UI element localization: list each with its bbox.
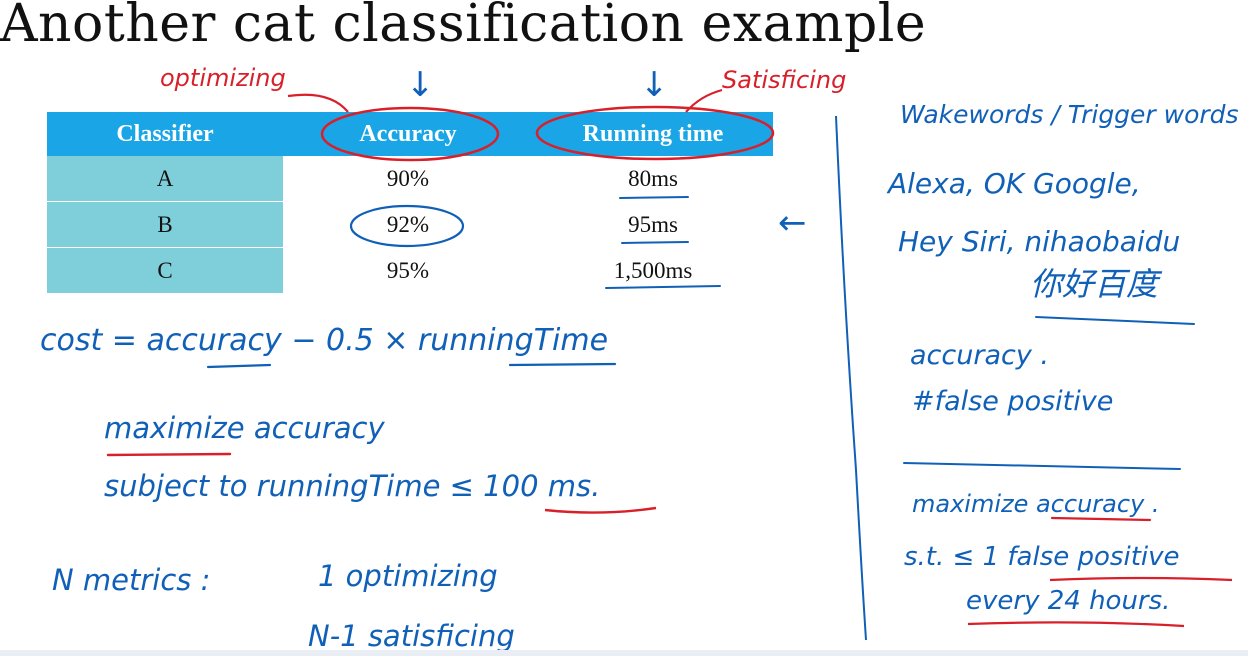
- wakeword-examples-chinese: 你好百度: [1030, 265, 1159, 303]
- accuracy-circle: [320, 106, 500, 162]
- maximize-accuracy: maximize accuracy: [104, 411, 385, 445]
- one-optimizing: 1 optimizing: [318, 559, 498, 593]
- optimizing-label: optimizing: [160, 64, 286, 92]
- cost-formula: cost = accuracy − 0.5 × runningTime: [40, 323, 609, 358]
- row-b-arrow: ←: [778, 203, 807, 243]
- down-arrow-running-time: ↓: [640, 65, 669, 105]
- n-minus-1-satisficing: N-1 satisficing: [308, 619, 515, 653]
- bottom-bar: [0, 650, 1248, 656]
- running-time-circle: [535, 105, 775, 161]
- subject-to-constraint: subject to runningTime ≤ 100 ms.: [104, 469, 601, 503]
- side-every-24-hours: every 24 hours.: [966, 586, 1171, 616]
- underline-accuracy: [206, 363, 272, 369]
- best-accuracy-circle: [349, 204, 465, 248]
- underline-maximize: [106, 452, 232, 457]
- wakewords-heading: Wakewords / Trigger words: [900, 100, 1239, 129]
- underline-side-accuracy: [1050, 516, 1152, 522]
- vertical-divider: [835, 115, 867, 641]
- underline-every-24-hours: [967, 621, 1185, 628]
- side-false-positive: #false positive: [912, 386, 1114, 417]
- wakeword-examples-2: Hey Siri, nihaobaidu: [898, 225, 1181, 258]
- side-maximize: maximize accuracy .: [912, 490, 1160, 518]
- down-arrow-accuracy: ↓: [406, 65, 435, 105]
- underline-chinese: [1035, 316, 1195, 325]
- underline-false-positive: [1049, 576, 1233, 582]
- underline-1500ms: [605, 285, 721, 289]
- underline-80ms: [619, 196, 689, 199]
- side-separator: [903, 462, 1181, 470]
- side-accuracy: accuracy .: [910, 340, 1049, 371]
- optimizing-connector: [287, 93, 349, 113]
- underline-95ms: [621, 241, 689, 244]
- underline-100ms: [544, 506, 657, 514]
- satisficing-label: Satisficing: [722, 66, 847, 94]
- underline-runningtime: [508, 362, 617, 367]
- n-metrics: N metrics :: [52, 563, 211, 597]
- wakeword-examples-1: Alexa, OK Google,: [888, 167, 1141, 200]
- side-constraint: s.t. ≤ 1 false positive: [904, 542, 1180, 572]
